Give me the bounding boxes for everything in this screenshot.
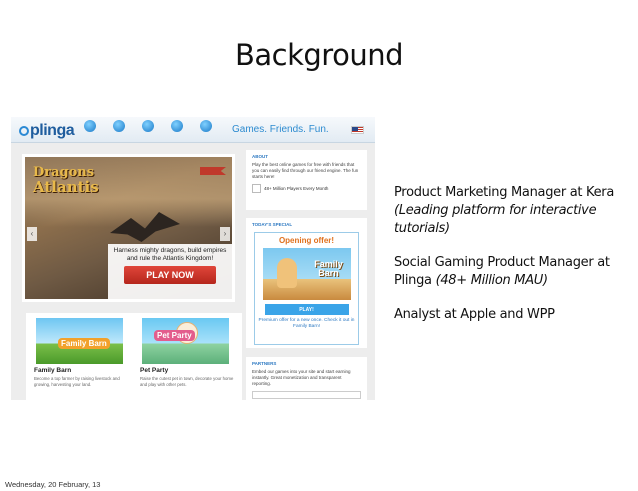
game-desc: Become a top farmer by raising livestock…: [34, 376, 120, 387]
partners-title: PARTNERS: [252, 361, 277, 366]
offer-game-logo: Family Barn: [314, 259, 343, 278]
site-logo[interactable]: plinga: [19, 122, 75, 140]
partners-field[interactable]: [252, 391, 361, 399]
pet-party-thumbnail[interactable]: Pet Party: [142, 318, 229, 364]
nav-item-4[interactable]: [168, 120, 186, 133]
players-stat: 48+ Million Players Every Month: [252, 184, 361, 193]
family-barn-logo: Family Barn: [58, 338, 110, 349]
pet-party-logo: Pet Party: [154, 330, 195, 341]
role-plinga: Social Gaming Product Manager at Plinga …: [394, 254, 619, 290]
plinga-logo-icon: [19, 126, 29, 136]
partners-text: Embed our games into your site and start…: [252, 369, 351, 386]
play-now-button[interactable]: PLAY NOW: [124, 266, 216, 284]
farmer-kid-icon: [276, 258, 297, 288]
offer-text[interactable]: Premium offer for a new once. Check it o…: [258, 318, 355, 330]
hero-promo-box: Harness mighty dragons, build empires an…: [108, 244, 232, 299]
about-panel: ABOUT Play the best online games for fre…: [246, 150, 367, 210]
globe-icon: [113, 120, 125, 132]
offer-image[interactable]: Family Barn: [262, 248, 351, 300]
slide-title: Background: [234, 38, 404, 72]
partners-panel: PARTNERS Embed our games into your site …: [246, 357, 367, 400]
special-play-button[interactable]: PLAY!: [264, 304, 349, 315]
background-list: Product Marketing Manager at Kera (Leadi…: [394, 184, 619, 340]
footer-date: Wednesday, 20 February, 13: [5, 480, 101, 489]
site-tagline: Games. Friends. Fun.: [232, 124, 329, 135]
hero-title-line2: Atlantis: [33, 178, 99, 196]
site-nav: [81, 120, 215, 133]
globe-icon: [200, 120, 212, 132]
nav-item-2[interactable]: [110, 120, 128, 133]
role-kera: Product Marketing Manager at Kera (Leadi…: [394, 184, 619, 238]
players-text: 48+ Million Players Every Month: [264, 186, 329, 191]
hero-text: Harness mighty dragons, build empires an…: [113, 247, 227, 262]
nav-item-1[interactable]: [81, 120, 99, 133]
nav-item-3[interactable]: [139, 120, 157, 133]
carousel-prev-icon[interactable]: ‹: [27, 227, 37, 241]
game-card-pet-party[interactable]: Pet Party Pet Party Raise the cutest pet…: [132, 313, 242, 400]
nav-item-5[interactable]: [197, 120, 215, 133]
carousel-next-icon[interactable]: ›: [220, 227, 230, 241]
hero-game-logo: Dragons Atlantis: [33, 165, 99, 195]
globe-icon: [142, 120, 154, 132]
plinga-screenshot: plinga Games. Friends. Fun. Dragons Atla…: [11, 117, 375, 400]
us-flag-icon[interactable]: [351, 126, 364, 134]
role-plinga-note: (48+ Million MAU): [435, 273, 549, 288]
role-kera-note: (Leading platform for interactive tutori…: [394, 203, 597, 236]
game-name[interactable]: Family Barn: [34, 367, 131, 374]
family-barn-thumbnail[interactable]: Family Barn: [36, 318, 123, 364]
todays-special-panel: TODAY'S SPECIAL Opening offer! Family Ba…: [246, 218, 367, 348]
special-title: TODAY'S SPECIAL: [252, 222, 293, 227]
offer-title: Opening offer!: [278, 236, 335, 245]
about-text: Play the best online games for free with…: [252, 162, 359, 179]
hero-banner[interactable]: Dragons Atlantis ‹ › Harness mighty drag…: [22, 154, 235, 302]
role-kera-main: Product Marketing Manager at Kera: [394, 185, 615, 200]
role-apple-wpp: Analyst at Apple and WPP: [394, 307, 555, 322]
game-name[interactable]: Pet Party: [140, 367, 237, 374]
globe-icon: [84, 120, 96, 132]
game-desc: Raise the cutest pet in town, decorate y…: [140, 376, 234, 387]
logo-text: plinga: [30, 122, 75, 139]
game-card-family-barn[interactable]: Family Barn Family Barn Become a top far…: [26, 313, 136, 400]
site-header: plinga Games. Friends. Fun.: [11, 117, 375, 143]
players-icon: [252, 184, 261, 193]
about-title: ABOUT: [252, 154, 268, 159]
globe-icon: [171, 120, 183, 132]
offer-card: Opening offer! Family Barn PLAY! Premium…: [254, 232, 359, 345]
